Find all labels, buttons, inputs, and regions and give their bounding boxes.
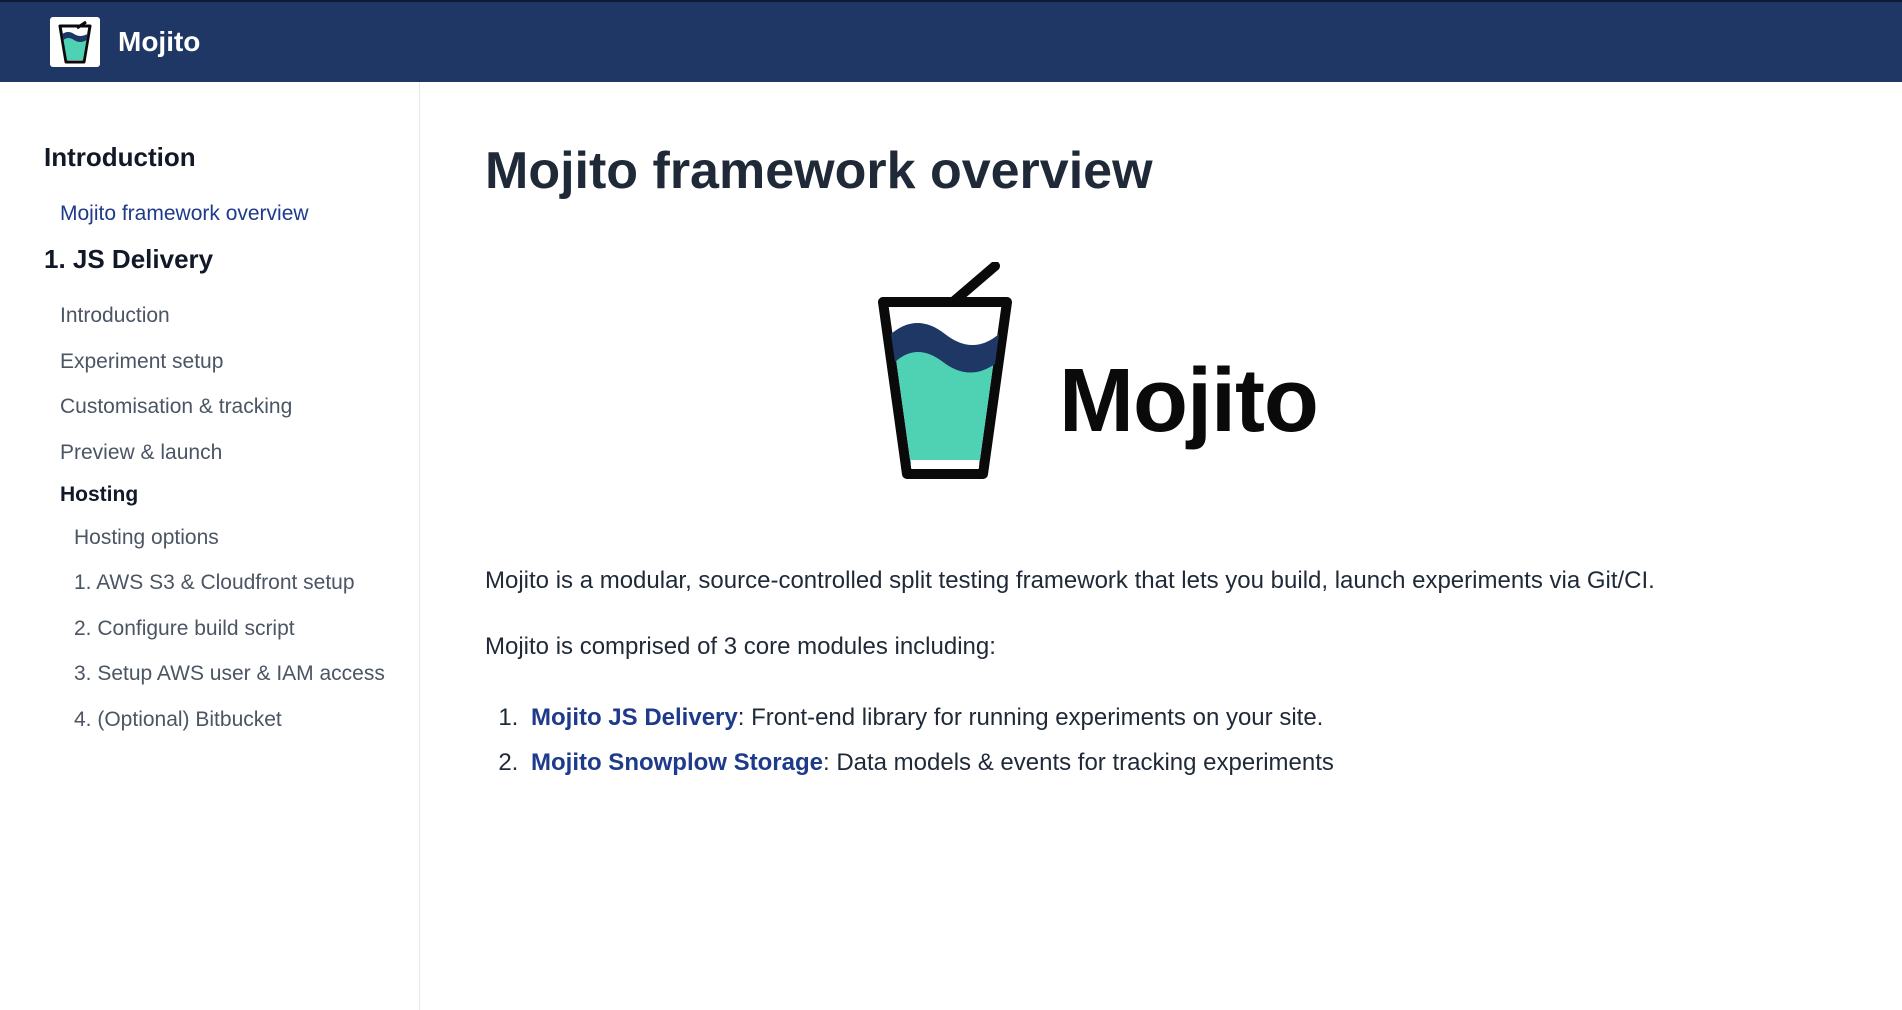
page-title: Mojito framework overview [485,142,1902,202]
nav-item-introduction[interactable]: Introduction [60,301,389,330]
brand-name: Mojito [118,26,200,58]
app-header: Mojito [0,0,1902,82]
sidebar: Introduction Mojito framework overview 1… [0,82,420,1010]
nav-item-hosting-options[interactable]: Hosting options [74,523,389,552]
main-content: Mojito framework overview Mojito Mojito … [420,82,1902,1010]
intro-paragraph-1: Mojito is a modular, source-controlled s… [485,562,1902,600]
nav-section-js-delivery: 1. JS Delivery [44,244,389,275]
intro-paragraph-2: Mojito is comprised of 3 core modules in… [485,628,1902,666]
nav-item-iam-access[interactable]: 3. Setup AWS user & IAM access [74,659,389,688]
nav-section-introduction: Introduction [44,142,389,173]
nav-item-build-script[interactable]: 2. Configure build script [74,614,389,643]
nav-item-preview-launch[interactable]: Preview & launch [60,438,389,467]
module-item-2: Mojito Snowplow Storage: Data models & e… [525,740,1902,786]
sidebar-nav[interactable]: Introduction Mojito framework overview 1… [0,82,419,1010]
module-item-1: Mojito JS Delivery: Front-end library fo… [525,695,1902,741]
nav-item-bitbucket[interactable]: 4. (Optional) Bitbucket [74,705,389,734]
module-link-snowplow-storage[interactable]: Mojito Snowplow Storage [531,749,823,776]
module-desc-2: : Data models & events for tracking expe… [823,749,1334,776]
nav-item-customisation[interactable]: Customisation & tracking [60,392,389,421]
nav-subheading-hosting: Hosting [60,483,389,507]
layout: Introduction Mojito framework overview 1… [0,82,1902,1010]
nav-item-experiment-setup[interactable]: Experiment setup [60,347,389,376]
brand-logo[interactable] [50,17,100,67]
nav-item-overview[interactable]: Mojito framework overview [60,199,389,228]
hero-brand-word: Mojito [1059,361,1318,482]
mojito-glass-large-icon [865,262,1025,482]
mojito-glass-icon [56,20,94,64]
hero-logo: Mojito [865,262,1902,482]
nav-item-aws-s3[interactable]: 1. AWS S3 & Cloudfront setup [74,568,389,597]
modules-list: Mojito JS Delivery: Front-end library fo… [525,695,1902,786]
module-link-js-delivery[interactable]: Mojito JS Delivery [531,704,738,731]
module-desc-1: : Front-end library for running experime… [738,704,1324,731]
